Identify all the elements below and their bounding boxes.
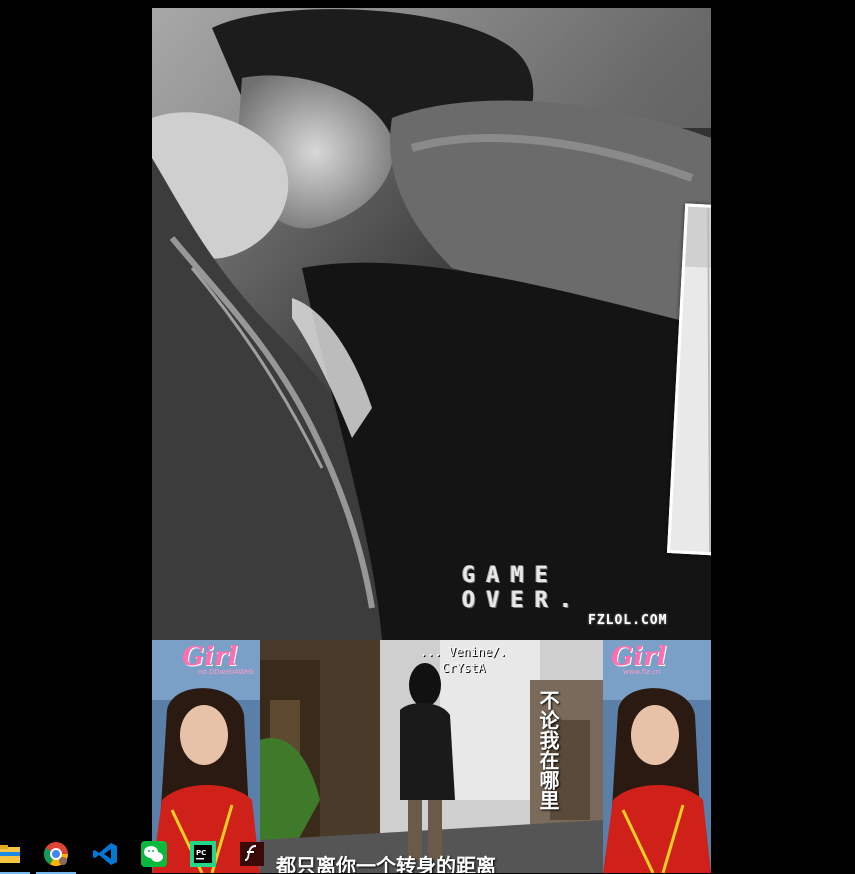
vscode-icon[interactable] [91, 840, 119, 868]
chrome-icon[interactable] [36, 840, 76, 874]
wallpaper-main-photo: GAME OVER. FZLOL.COM [152, 8, 711, 640]
vertical-caption: 不论我在哪里 [536, 690, 560, 810]
girl-logo-left-sub: no.DDwebAWeb [198, 668, 254, 676]
girl-logo-right-sub: www.flz.cn [623, 668, 661, 676]
site-watermark: FZLOL.COM [588, 613, 668, 628]
wechat-icon[interactable] [140, 840, 168, 868]
girl-poster-right: Girl www.flz.cn [603, 640, 711, 873]
signature-text: ... Venine/. CrYstA [420, 644, 560, 676]
signature-line-1: ... Venine/. [420, 645, 507, 659]
game-over-text: GAME OVER. [462, 563, 584, 613]
flash-icon[interactable] [238, 840, 266, 868]
pycharm-icon[interactable]: PC [189, 840, 217, 868]
svg-text:PC: PC [196, 849, 206, 857]
signature-line-2: CrYstA [442, 661, 486, 675]
taskbar: PC [0, 836, 280, 874]
kissing-couple-photo [152, 8, 711, 640]
bottom-caption: 都只离你一个转身的距离 [276, 854, 496, 873]
desktop-background: GAME OVER. FZLOL.COM Girl no.DDwebAWeb .… [0, 0, 855, 874]
file-explorer-icon[interactable] [0, 840, 30, 874]
